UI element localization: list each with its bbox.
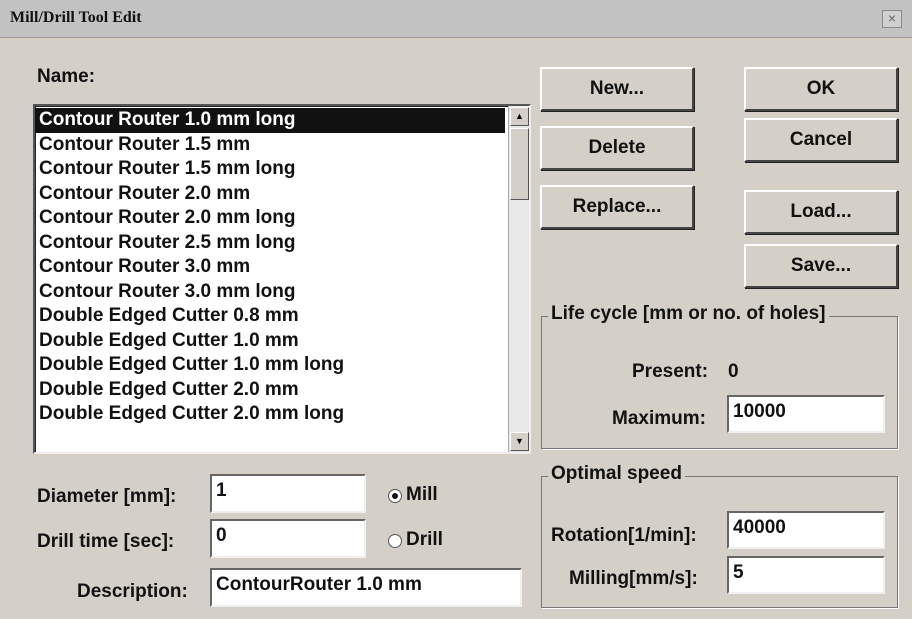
tool-list-item[interactable]: Double Edged Cutter 1.0 mm long <box>35 353 505 378</box>
tool-list-item[interactable]: Double Edged Cutter 2.0 mm long <box>35 402 505 427</box>
scroll-up-icon: ▲ <box>515 111 524 121</box>
drill-label: Drill <box>406 529 443 550</box>
tool-list-item[interactable]: Double Edged Cutter 2.0 mm <box>35 378 505 403</box>
diameter-label: Diameter [mm]: <box>37 486 177 507</box>
tool-list-item[interactable]: Contour Router 2.5 mm long <box>35 231 505 256</box>
tool-list-item[interactable]: Contour Router 2.0 mm <box>35 182 505 207</box>
maximum-label: Maximum: <box>612 408 706 429</box>
close-button[interactable]: × <box>882 10 902 28</box>
new-button[interactable]: New... <box>540 67 694 111</box>
description-label: Description: <box>77 581 188 602</box>
tool-list-item[interactable]: Contour Router 3.0 mm <box>35 255 505 280</box>
mill-label: Mill <box>406 484 438 505</box>
scroll-thumb[interactable] <box>510 128 529 200</box>
drill-radio[interactable] <box>388 534 402 548</box>
drill-time-field[interactable]: 0 <box>210 519 366 558</box>
tool-list-item[interactable]: Contour Router 3.0 mm long <box>35 280 505 305</box>
milling-field[interactable]: 5 <box>727 556 885 594</box>
scroll-down-button[interactable]: ▼ <box>510 432 529 451</box>
description-field[interactable]: ContourRouter 1.0 mm <box>210 568 522 607</box>
delete-button[interactable]: Delete <box>540 126 694 170</box>
tool-list-items: Contour Router 1.0 mm long Contour Router… <box>35 108 505 427</box>
load-button[interactable]: Load... <box>744 190 898 234</box>
ok-button[interactable]: OK <box>744 67 898 111</box>
tool-list-item[interactable]: Double Edged Cutter 0.8 mm <box>35 304 505 329</box>
milling-label: Milling[mm/s]: <box>569 568 698 589</box>
cancel-button[interactable]: Cancel <box>744 118 898 162</box>
maximum-field[interactable]: 10000 <box>727 395 885 433</box>
tool-list-item[interactable]: Contour Router 1.5 mm <box>35 133 505 158</box>
title-bar: Mill/Drill Tool Edit × <box>0 0 912 38</box>
name-label: Name: <box>37 66 96 87</box>
rotation-field[interactable]: 40000 <box>727 511 885 549</box>
rotation-label: Rotation[1/min]: <box>551 525 697 546</box>
diameter-field[interactable]: 1 <box>210 474 366 513</box>
drill-time-label: Drill time [sec]: <box>37 531 175 552</box>
present-label: Present: <box>632 361 709 382</box>
window-title: Mill/Drill Tool Edit <box>10 9 142 26</box>
life-cycle-title: Life cycle [mm or no. of holes] <box>548 303 829 325</box>
replace-button[interactable]: Replace... <box>540 185 694 229</box>
list-scrollbar[interactable]: ▲ ▼ <box>508 106 529 452</box>
present-value: 0 <box>728 361 739 382</box>
tool-listbox[interactable]: Contour Router 1.0 mm long Contour Router… <box>33 104 531 454</box>
tool-list-item[interactable]: Contour Router 1.5 mm long <box>35 157 505 182</box>
scroll-down-icon: ▼ <box>515 436 524 446</box>
tool-list-item[interactable]: Contour Router 1.0 mm long <box>35 108 505 133</box>
close-icon: × <box>887 10 897 26</box>
scroll-up-button[interactable]: ▲ <box>510 107 529 126</box>
tool-list-item[interactable]: Double Edged Cutter 1.0 mm <box>35 329 505 354</box>
save-button[interactable]: Save... <box>744 244 898 288</box>
mill-radio[interactable] <box>388 489 402 503</box>
tool-list-item[interactable]: Contour Router 2.0 mm long <box>35 206 505 231</box>
optimal-speed-title: Optimal speed <box>548 463 685 485</box>
